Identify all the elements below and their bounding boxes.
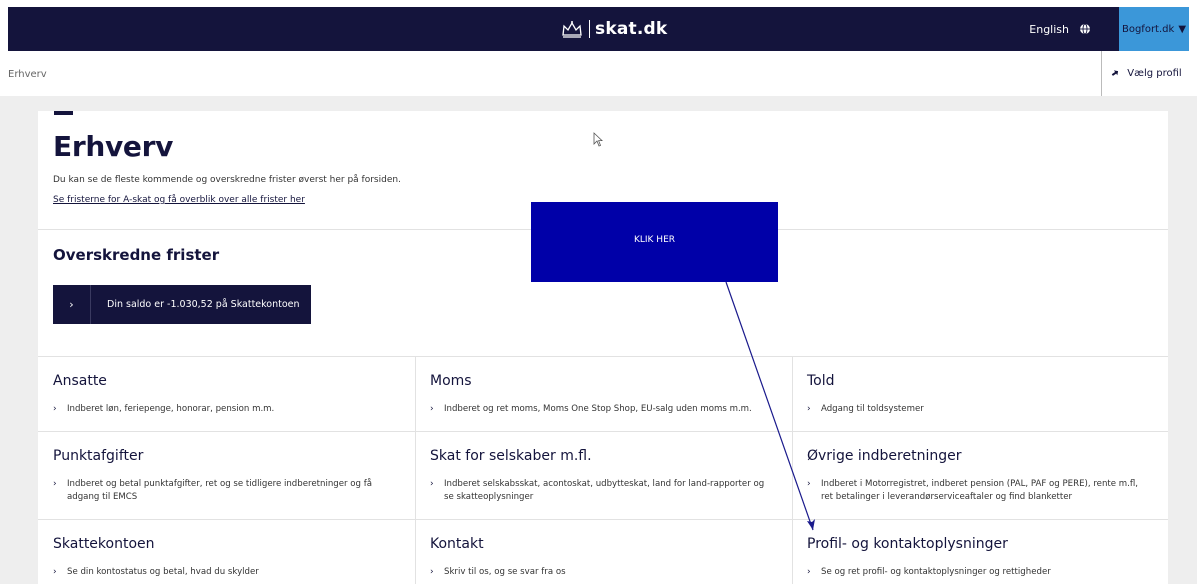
chevron-right-icon: › [807,479,811,489]
breadcrumb-bar: Erhverv Vælg profil [0,51,1197,97]
choose-profile-button[interactable]: Vælg profil [1101,51,1190,97]
chevron-right-icon: › [807,404,811,414]
tile-description: Indberet selskabsskat, acontoskat, udbyt… [444,479,765,502]
tile-description: Indberet og ret moms, Moms One Stop Shop… [444,404,752,414]
brand-name: skat.dk [595,19,668,39]
tile-description: Indberet og betal punktafgifter, ret og … [67,479,373,502]
saldo-label: Din saldo er -1.030,52 på Skattekontoen [107,299,300,310]
deadlines-link[interactable]: Se fristerne for A-skat og få overblik o… [53,195,305,205]
tile-moms[interactable]: Moms › Indberet og ret moms, Moms One Sto… [415,356,792,431]
tile-title: Moms [430,373,472,389]
skat-logo[interactable]: skat.dk [561,7,667,51]
tile-profil-og-kontaktoplysninger[interactable]: Profil- og kontaktoplysninger › Se og ret… [792,519,1168,584]
tile-description: Adgang til toldsystemer [821,404,924,414]
tile-skat-for-selskaber[interactable]: Skat for selskaber m.fl. › Indberet selsk… [415,431,792,519]
tile-told[interactable]: Told › Adgang til toldsystemer [792,356,1168,431]
top-navigation-bar: skat.dk English Bogfort.dk ▼ [8,7,1189,51]
tile-skattekontoen[interactable]: Skattekontoen › Se din kontostatus og bet… [38,519,415,584]
chevron-right-icon: › [430,567,434,577]
caret-down-icon: ▼ [1178,23,1187,35]
tile-punktafgifter[interactable]: Punktafgifter › Indberet og betal punktaf… [38,431,415,519]
user-menu-label: Bogfort.dk [1121,23,1175,35]
tile-title: Skattekontoen [53,536,155,552]
title-accent-bar [54,111,73,115]
chevron-right-icon: › [430,404,434,414]
tile-column-divider [792,356,793,584]
tile-ovrige-indberetninger[interactable]: Øvrige indberetninger › Indberet i Motorr… [792,431,1168,519]
tile-title: Punktafgifter [53,448,144,464]
tile-link[interactable]: › Indberet selskabsskat, acontoskat, udby… [430,478,770,504]
tile-link[interactable]: › Adgang til toldsystemer [807,403,1147,416]
tile-title: Profil- og kontaktoplysninger [807,536,1008,552]
crown-icon [562,21,582,38]
chevron-right-icon: › [53,567,57,577]
breadcrumb[interactable]: Erhverv [8,69,47,80]
tile-title: Kontakt [430,536,484,552]
chevron-right-icon: › [53,479,57,489]
mouse-cursor-icon [593,132,603,147]
tile-link[interactable]: › Skriv til os, og se svar fra os [430,566,770,579]
click-here-callout[interactable]: KLIK HER [531,202,778,282]
tile-title: Told [807,373,835,389]
tile-kontakt[interactable]: Kontakt › Skriv til os, og se svar fra os [415,519,792,584]
chevron-right-icon: › [430,479,434,489]
saldo-button[interactable]: › Din saldo er -1.030,52 på Skattekontoe… [53,285,311,324]
globe-icon [1080,23,1090,35]
page-title: Erhverv [53,130,174,163]
tile-description: Skriv til os, og se svar fra os [444,567,566,577]
tile-link[interactable]: › Indberet i Motorregistret, indberet pen… [807,478,1147,504]
tile-title: Skat for selskaber m.fl. [430,448,592,464]
tile-ansatte[interactable]: Ansatte › Indberet løn, feriepenge, honor… [38,356,415,431]
tile-link[interactable]: › Indberet og ret moms, Moms One Stop Sho… [430,403,770,416]
tile-link[interactable]: › Indberet og betal punktafgifter, ret og… [53,478,393,504]
switch-arrows-icon [1112,70,1119,76]
language-switch[interactable]: English [1029,7,1091,51]
tile-column-divider [415,356,416,584]
tile-title: Øvrige indberetninger [807,448,962,464]
chevron-right-icon: › [53,285,91,324]
intro-text: Du kan se de fleste kommende og overskre… [53,175,401,185]
chevron-right-icon: › [53,404,57,414]
chevron-right-icon: › [807,567,811,577]
tile-title: Ansatte [53,373,107,389]
logo-separator [589,20,590,38]
click-here-label: KLIK HER [633,235,676,245]
tile-link[interactable]: › Se din kontostatus og betal, hvad du sk… [53,566,393,579]
choose-profile-label: Vælg profil [1127,68,1182,79]
tile-description: Indberet i Motorregistret, indberet pens… [821,479,1139,502]
tile-description: Se og ret profil- og kontaktoplysninger … [821,567,1051,577]
tile-link[interactable]: › Se og ret profil- og kontaktoplysninger… [807,566,1147,579]
tile-description: Indberet løn, feriepenge, honorar, pensi… [67,404,275,414]
user-menu-button[interactable]: Bogfort.dk ▼ [1119,7,1189,51]
main-content-card: Erhverv Du kan se de fleste kommende og … [38,111,1168,584]
tile-description: Se din kontostatus og betal, hvad du sky… [67,567,259,577]
tile-link[interactable]: › Indberet løn, feriepenge, honorar, pens… [53,403,393,416]
overdue-deadlines-title: Overskredne frister [53,246,220,264]
language-label: English [1029,22,1069,36]
